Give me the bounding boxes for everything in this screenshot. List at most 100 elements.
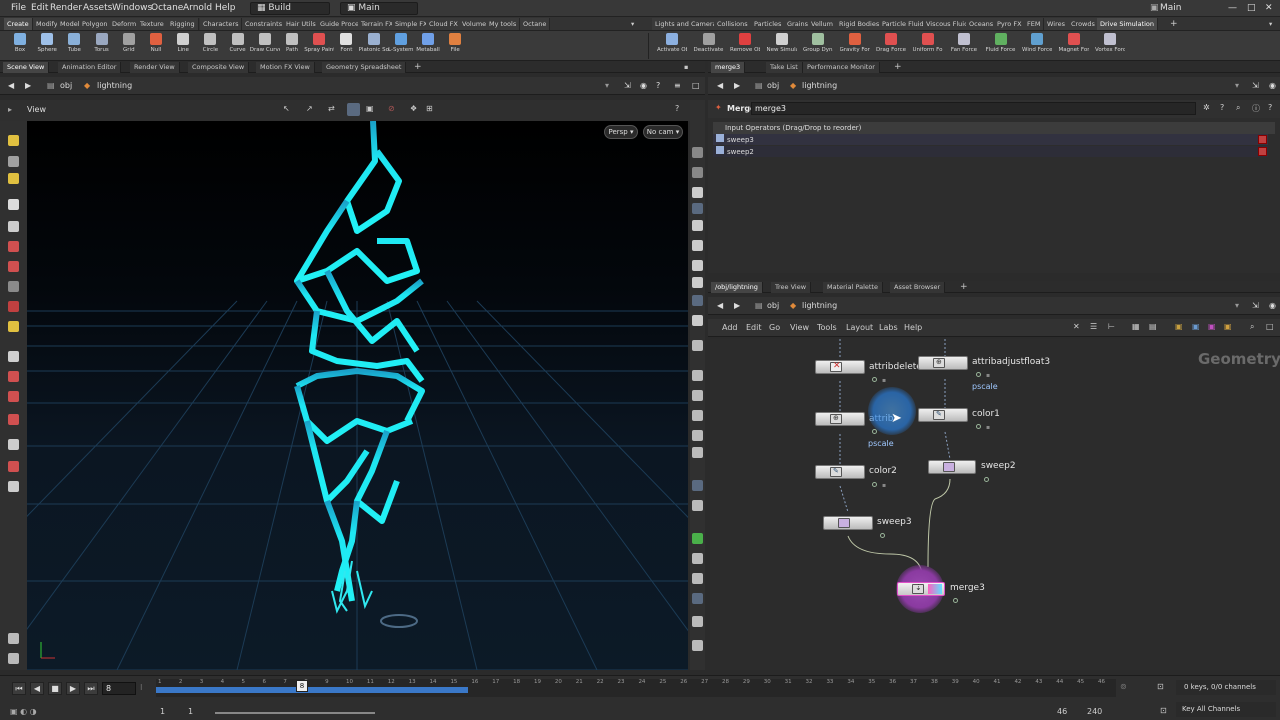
search-param-icon[interactable]: ⌕: [1236, 103, 1240, 113]
close-icon[interactable]: ✕: [1265, 3, 1273, 13]
right-path-dropdown-icon[interactable]: ▾: [1235, 81, 1239, 90]
right-tool[interactable]: Gravity Force: [840, 33, 870, 59]
node-color1[interactable]: ✎: [918, 408, 968, 422]
right-tool[interactable]: Wind Force: [1022, 33, 1052, 59]
display-option-5-icon[interactable]: [692, 240, 703, 251]
right-tool[interactable]: New Simulation: [767, 33, 797, 59]
menu-windows[interactable]: Windows: [112, 3, 152, 13]
select-mode-icon[interactable]: ↖: [283, 104, 290, 113]
help-icon[interactable]: ?: [656, 81, 660, 90]
network-menu-layout[interactable]: Layout: [846, 323, 873, 332]
display-option-8-icon[interactable]: [692, 295, 703, 306]
right-link-icon[interactable]: ◉: [1269, 81, 1276, 90]
node-attribadjust[interactable]: ⊕: [815, 412, 865, 426]
right-tool[interactable]: Deactivate Objects: [694, 33, 724, 59]
display-option-9-icon[interactable]: [692, 315, 703, 326]
display-option-16-icon[interactable]: [692, 480, 703, 491]
key-all-channels-button[interactable]: Key All Channels: [1176, 702, 1276, 717]
shelf-menu-icon[interactable]: ▾: [628, 18, 637, 30]
shelf-right-tab[interactable]: Vellum: [808, 18, 838, 30]
handle-tool-icon[interactable]: [8, 135, 19, 146]
pin-icon[interactable]: ⇲: [624, 81, 631, 90]
node-attribdelete[interactable]: ✕: [815, 360, 865, 374]
select-tool-icon[interactable]: [8, 199, 19, 210]
right-tool[interactable]: Group Dynamic Ob...: [803, 33, 833, 59]
network-pin-icon[interactable]: ⇲: [1252, 301, 1259, 310]
tab-composite-view[interactable]: Composite View: [188, 62, 250, 73]
node-attribadjustfloat3[interactable]: ⊕: [918, 356, 968, 370]
node-sweep2[interactable]: [928, 460, 976, 474]
lock-view-icon[interactable]: [692, 187, 703, 198]
shelf-right-tab[interactable]: Wires: [1044, 18, 1070, 30]
left-tool[interactable]: Sphere: [32, 33, 62, 59]
menu-help[interactable]: Help: [215, 3, 236, 13]
display-option-22-icon[interactable]: [692, 616, 703, 627]
network-link-icon[interactable]: ◉: [1269, 301, 1276, 310]
tab-performance-monitor[interactable]: Performance Monitor: [803, 62, 880, 73]
network-forward-icon[interactable]: ▶: [734, 301, 740, 310]
main-selector[interactable]: ▣ Main: [340, 2, 418, 15]
shelf-left-tab[interactable]: Create: [4, 18, 33, 30]
wireframe-toggle-icon[interactable]: [347, 103, 360, 116]
pane-settings-icon[interactable]: ≡: [674, 81, 681, 90]
scene-viewport[interactable]: Persp ▾ No cam ▾: [27, 121, 688, 670]
display-option-21-icon[interactable]: [692, 593, 703, 604]
transform-tool-icon[interactable]: [8, 241, 19, 252]
display-option-18-icon[interactable]: [692, 533, 703, 544]
display-option-20-icon[interactable]: [692, 573, 703, 584]
display-option-12-icon[interactable]: [692, 390, 703, 401]
menu-edit[interactable]: Edit: [31, 3, 48, 13]
network-maximize-icon[interactable]: □: [1266, 322, 1274, 331]
input-row-sweep3[interactable]: sweep3: [713, 134, 1268, 145]
left-tool[interactable]: Null: [141, 33, 171, 59]
sticky-note-icon[interactable]: ▣: [1192, 322, 1200, 331]
left-tool[interactable]: Spray Paint: [304, 33, 334, 59]
right-pin-icon[interactable]: ⇲: [1252, 81, 1259, 90]
shelf-right-tab[interactable]: Crowds: [1068, 18, 1099, 30]
left-tool[interactable]: Circle: [195, 33, 225, 59]
folder-icon[interactable]: ▣: [1224, 322, 1232, 331]
node-color2[interactable]: ✎: [815, 465, 865, 479]
network-box-icon[interactable]: ▣: [1175, 322, 1183, 331]
add-network-tab-icon[interactable]: +: [956, 282, 972, 293]
right-forward-icon[interactable]: ▶: [734, 81, 740, 90]
render-tool-icon[interactable]: [8, 481, 19, 492]
remove-input-sweep3-icon[interactable]: [1258, 135, 1267, 144]
left-tool[interactable]: Font: [331, 33, 361, 59]
shelf-left-tab[interactable]: Characters: [200, 18, 243, 30]
help-param2-icon[interactable]: ?: [1268, 103, 1272, 112]
display-option-7-icon[interactable]: [692, 277, 703, 288]
network-path-root[interactable]: obj: [767, 301, 779, 310]
shelf-right-tab[interactable]: Oceans: [966, 18, 998, 30]
forward-icon[interactable]: ▶: [25, 81, 31, 90]
keys-channel-icon[interactable]: ⊡: [1157, 682, 1164, 691]
magnet-tool-icon[interactable]: [8, 391, 19, 402]
grid-view-icon[interactable]: ▦: [1132, 322, 1140, 331]
info-icon[interactable]: [692, 640, 703, 651]
node-name-field[interactable]: merge3: [751, 102, 1196, 115]
tab-material-palette[interactable]: Material Palette: [823, 282, 883, 293]
shelf-left-tab[interactable]: Octane: [520, 18, 551, 30]
maximize-icon[interactable]: □: [1247, 3, 1256, 13]
shelf-right-tab[interactable]: Pyro FX: [994, 18, 1026, 30]
network-back-icon[interactable]: ◀: [717, 301, 723, 310]
right-tool[interactable]: Uniform Force: [913, 33, 943, 59]
network-path-node[interactable]: lightning: [802, 301, 837, 310]
display-option-6-icon[interactable]: [692, 260, 703, 271]
shelf-left-tab[interactable]: Hair Utils: [283, 18, 320, 30]
range-start[interactable]: 1: [160, 707, 165, 716]
camera-icon[interactable]: ⊞: [426, 104, 433, 113]
path-root[interactable]: obj: [60, 81, 72, 90]
menu-render[interactable]: Render: [50, 3, 82, 13]
right-tool[interactable]: Fan Force: [949, 33, 979, 59]
audio-icon[interactable]: ⊚: [1120, 682, 1127, 691]
menu-arnold[interactable]: Arnold: [183, 3, 212, 13]
right-tool[interactable]: Fluid Force: [986, 33, 1016, 59]
pane-menu-icon[interactable]: ▪: [680, 62, 692, 73]
display-option-10-icon[interactable]: [692, 340, 703, 351]
key-all-icon[interactable]: ⊡: [1160, 706, 1167, 715]
shelf-right-tab[interactable]: FEM: [1024, 18, 1045, 30]
current-frame-field[interactable]: 8: [102, 682, 136, 695]
network-menu-view[interactable]: View: [790, 323, 809, 332]
tab-scene-view[interactable]: Scene View: [3, 62, 50, 73]
